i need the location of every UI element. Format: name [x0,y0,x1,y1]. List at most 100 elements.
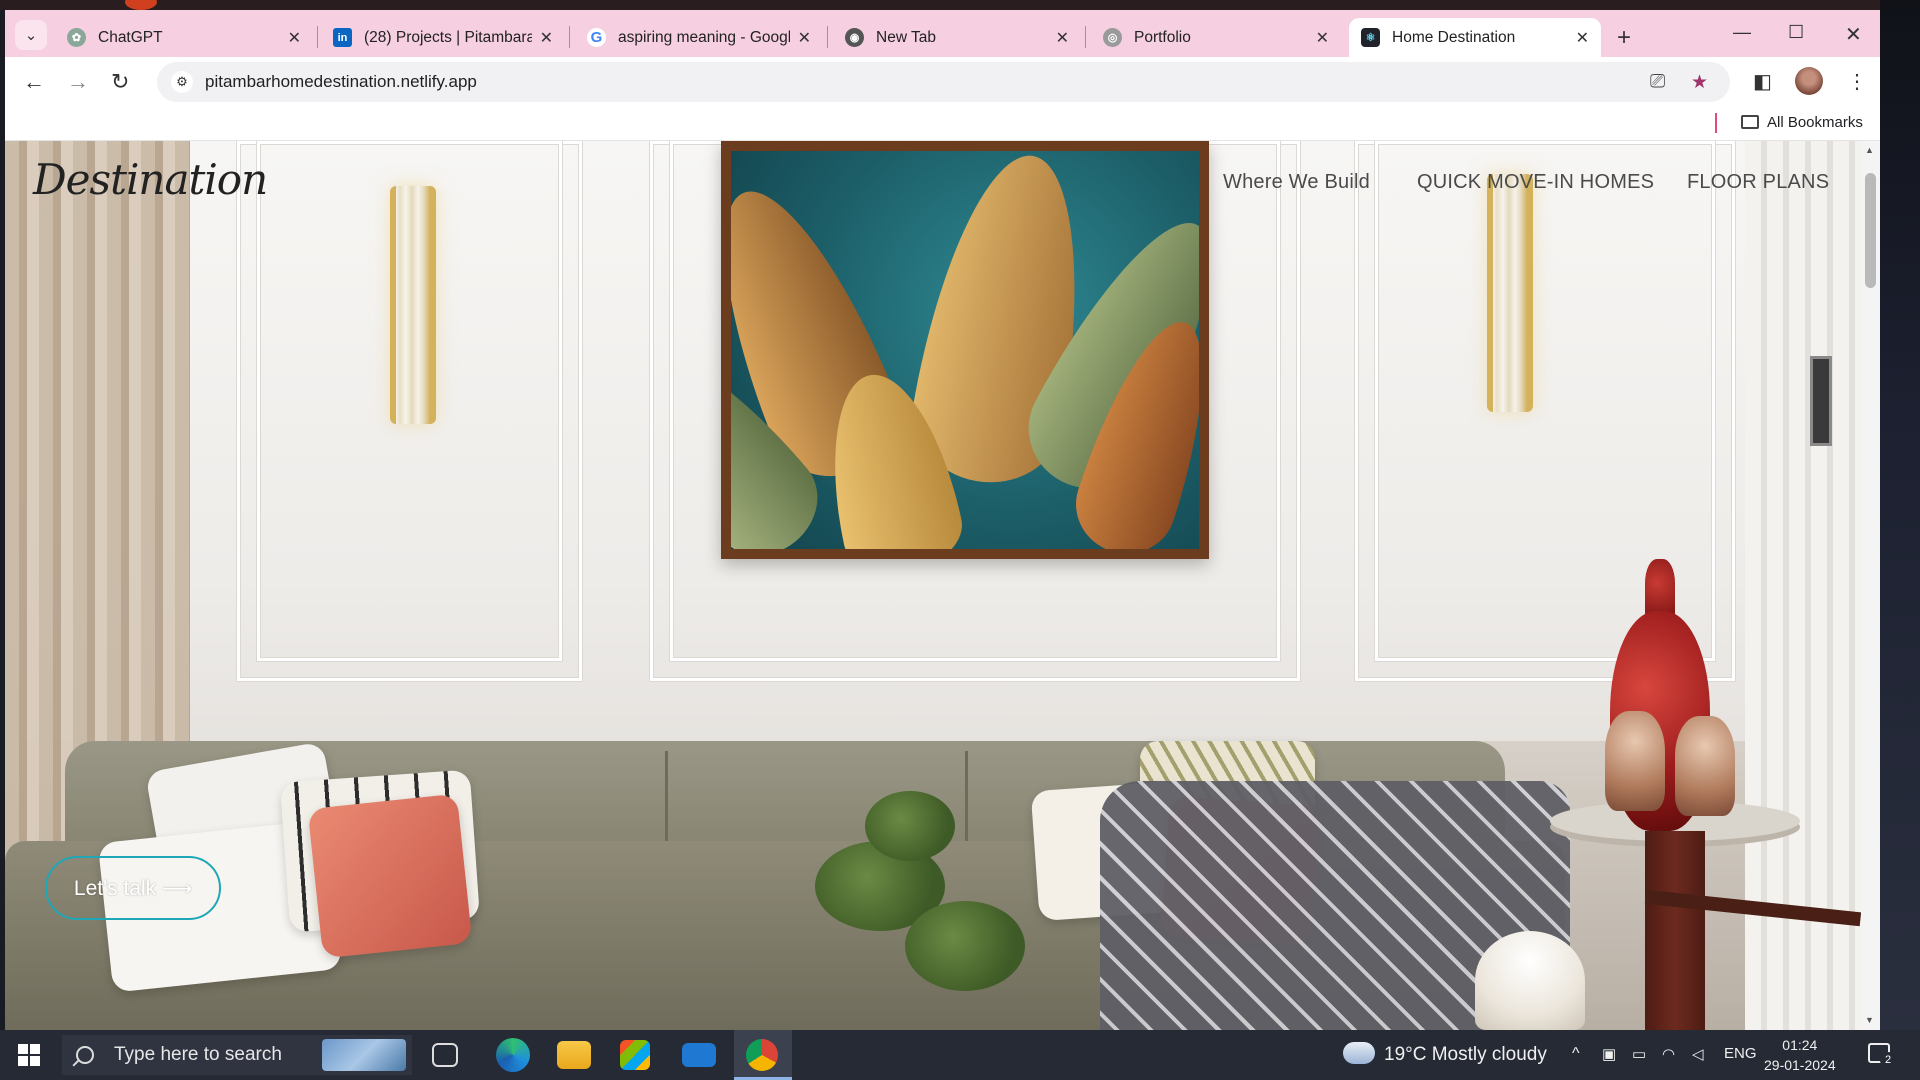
chevron-down-icon: ⌄ [24,27,38,44]
tab-linkedin[interactable]: in (28) Projects | Pitambara M ✕ [321,18,565,57]
tab-google-search[interactable]: G aspiring meaning - Google ✕ [575,18,823,57]
language-indicator[interactable]: ENG [1724,1045,1757,1062]
tab-title: (28) Projects | Pitambara M [364,28,532,46]
notification-count: 2 [1880,1052,1896,1068]
new-tab-icon[interactable]: + [1617,24,1631,52]
weather-cloud-icon[interactable] [1343,1042,1375,1064]
bonsai-plant [905,901,1025,991]
tab-title: New Tab [876,28,937,46]
tab-title: Home Destination [1392,28,1516,46]
desktop-wallpaper-detail [125,0,157,10]
nav-where-we-build[interactable]: Where We Build [1223,171,1370,194]
scroll-down-icon[interactable]: ▼ [1865,1015,1874,1025]
side-table-leg [1645,831,1705,1030]
network-icon[interactable]: ◠ [1662,1045,1675,1063]
back-arrow-icon[interactable]: ← [23,69,45,95]
bookmark-star-icon[interactable]: ★ [1691,71,1708,94]
banana-leaf-artwork [721,141,1209,559]
windows-taskbar: Type here to search 19°C Mostly cloudy ^… [0,1030,1920,1080]
tab-title: Portfolio [1134,28,1191,46]
meet-now-icon[interactable]: ▣ [1602,1045,1616,1063]
microsoft-store-icon[interactable] [620,1040,650,1070]
search-highlight-image [322,1039,406,1071]
wall-pillar [1745,141,1861,1030]
cta-label: Let's talk ⟶ [73,876,193,900]
browser-toolbar: ← → ↻ ⚙ pitambarhomedestination.netlify.… [5,57,1880,105]
bookmarks-bar: All Bookmarks [5,105,1880,141]
all-bookmarks-link[interactable]: All Bookmarks [1767,114,1863,131]
close-icon[interactable]: ✕ [288,28,301,48]
file-explorer-icon[interactable] [557,1041,591,1069]
page-scrollbar[interactable]: ▲ ▼ [1861,141,1880,1030]
tray-chevron-up-icon[interactable]: ^ [1572,1045,1580,1063]
close-icon[interactable]: ✕ [540,28,553,48]
site-settings-icon[interactable]: ⚙ [171,71,193,93]
address-bar[interactable]: ⚙ pitambarhomedestination.netlify.app ⎚ … [157,62,1730,102]
lets-talk-button[interactable]: Let's talk ⟶ [45,856,221,920]
menu-dots-icon[interactable]: ⋮ [1847,69,1867,94]
clock-date: 29-01-2024 [1764,1057,1836,1073]
weather-status[interactable]: 19°C Mostly cloudy [1384,1044,1547,1066]
url-text[interactable]: pitambarhomedestination.netlify.app [205,72,477,92]
tab-strip: ⌄ ✿ ChatGPT ✕ in (28) Projects | Pitamba… [5,10,1880,57]
taskbar-search-box[interactable]: Type here to search [62,1035,412,1075]
close-icon[interactable]: ✕ [798,28,811,48]
reload-icon[interactable]: ↻ [111,69,129,95]
chatgpt-icon: ✿ [67,28,86,47]
tab-separator [1085,26,1086,48]
tab-separator [317,26,318,48]
bookmarks-divider [1715,113,1717,133]
google-icon: G [587,28,606,47]
react-icon: ⚛ [1361,28,1380,47]
system-clock[interactable]: 01:24 29-01-2024 [1764,1035,1836,1075]
tab-title: ChatGPT [98,28,163,46]
window-close-icon[interactable]: ✕ [1845,22,1862,47]
edge-browser-icon[interactable] [496,1038,530,1072]
maximize-icon[interactable]: ☐ [1788,22,1804,43]
wall-picture-frame [1810,356,1832,446]
red-vase-lid [1645,559,1675,619]
forward-arrow-icon[interactable]: → [67,69,89,95]
chrome-taskbar-icon[interactable] [746,1039,778,1071]
scroll-thumb[interactable] [1865,173,1876,288]
close-icon[interactable]: ✕ [1316,28,1329,48]
tab-separator [827,26,828,48]
install-app-icon[interactable]: ⎚ [1650,71,1665,93]
figurine [1675,716,1735,816]
bonsai-plant [865,791,955,861]
task-view-icon[interactable] [432,1043,458,1067]
figurine [1605,711,1665,811]
globe-icon: ◎ [1103,28,1122,47]
site-logo[interactable]: Destination [33,155,268,204]
artwork-canvas [731,151,1199,549]
windows-start-icon[interactable] [18,1044,40,1066]
page-viewport: Destination Where We Build QUICK MOVE-IN… [5,141,1861,1030]
tab-new-tab[interactable]: ◉ New Tab ✕ [833,18,1081,57]
chrome-icon: ◉ [845,28,864,47]
folder-icon[interactable] [1741,115,1759,129]
side-panel-icon[interactable]: ◧ [1753,69,1772,94]
cushion-coral [307,793,473,959]
tab-portfolio[interactable]: ◎ Portfolio ✕ [1091,18,1341,57]
seashell-decor [1475,931,1585,1030]
mail-icon[interactable] [682,1043,716,1067]
wall-sconce-right [1487,174,1533,412]
close-icon[interactable]: ✕ [1576,28,1589,48]
scroll-up-icon[interactable]: ▲ [1865,145,1874,155]
taskbar-search-placeholder: Type here to search [114,1044,282,1065]
linkedin-icon: in [333,28,352,47]
desktop-background [1880,0,1920,1030]
volume-icon[interactable]: ◁ [1692,1045,1704,1063]
browser-window: ⌄ ✿ ChatGPT ✕ in (28) Projects | Pitamba… [5,10,1880,1030]
battery-icon[interactable]: ▭ [1632,1045,1646,1063]
minimize-icon[interactable]: — [1733,22,1751,43]
profile-avatar[interactable] [1795,67,1823,95]
desktop-background-top [0,0,1920,10]
tab-chatgpt[interactable]: ✿ ChatGPT ✕ [55,18,313,57]
nav-quick-move-in-homes[interactable]: QUICK MOVE-IN HOMES [1417,171,1654,194]
tab-title: aspiring meaning - Google [618,28,790,46]
tab-home-destination[interactable]: ⚛ Home Destination ✕ [1349,18,1601,57]
close-icon[interactable]: ✕ [1056,28,1069,48]
tab-search-button[interactable]: ⌄ [15,20,47,50]
nav-floor-plans[interactable]: FLOOR PLANS [1687,171,1829,194]
